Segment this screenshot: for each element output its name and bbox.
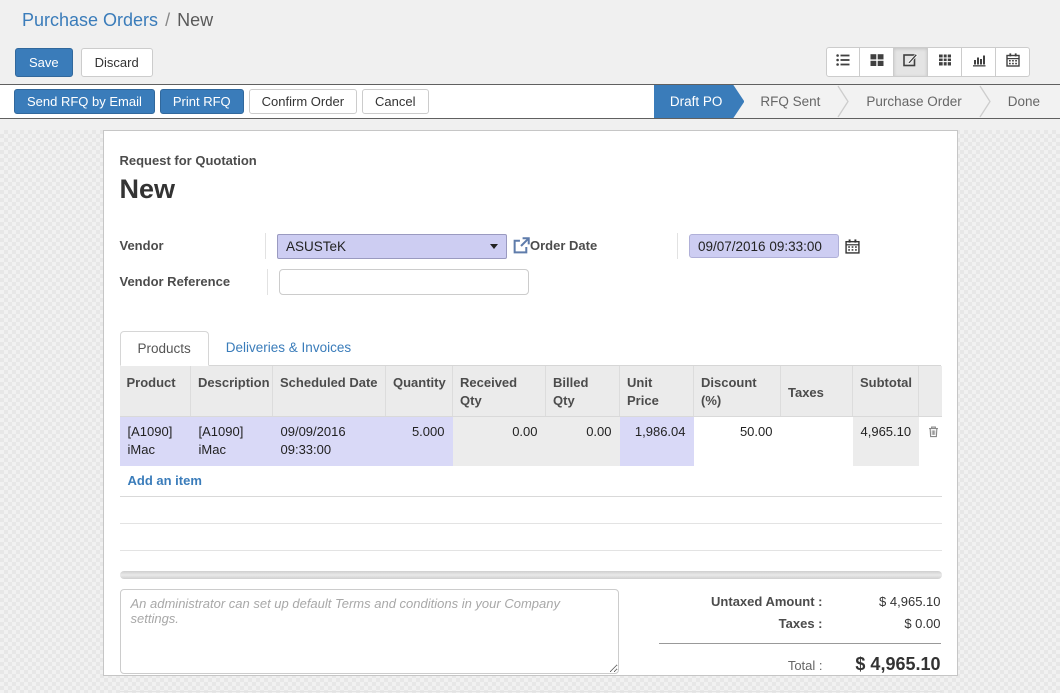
column-header-scheduled-date: Scheduled Date xyxy=(273,366,386,416)
table-gap xyxy=(120,551,942,571)
empty-line[interactable] xyxy=(120,497,942,524)
cell-product[interactable]: [A1090] iMac xyxy=(120,416,191,466)
vendor-label: Vendor xyxy=(120,233,267,259)
tab-deliveries-invoices[interactable]: Deliveries & Invoices xyxy=(209,331,368,365)
pivot-view-button[interactable] xyxy=(928,47,962,77)
cell-description[interactable]: [A1090] iMac xyxy=(191,416,273,466)
terms-and-conditions-textarea[interactable] xyxy=(120,589,619,674)
order-date-input[interactable]: 09/07/2016 09:33:00 xyxy=(689,234,839,258)
vendor-reference-input[interactable] xyxy=(279,269,529,295)
order-date-label: Order Date xyxy=(530,233,678,259)
column-header-actions xyxy=(919,366,942,416)
table-header-row: Product Description Scheduled Date Quant… xyxy=(120,366,942,416)
column-header-taxes: Taxes xyxy=(781,366,853,416)
notebook-tabs: Products Deliveries & Invoices xyxy=(120,331,941,366)
total-value: $ 4,965.10 xyxy=(837,654,941,675)
breadcrumb: Purchase Orders / New xyxy=(0,0,1060,40)
cell-received-qty: 0.00 xyxy=(453,416,546,466)
column-header-description: Description xyxy=(191,366,273,416)
cell-discount[interactable]: 50.00 xyxy=(694,416,781,466)
vendor-select[interactable]: ASUSTeK xyxy=(277,234,507,259)
breadcrumb-separator: / xyxy=(165,10,170,31)
add-an-item-link[interactable]: Add an item xyxy=(120,466,942,497)
breadcrumb-current: New xyxy=(177,10,213,31)
column-header-discount: Discount (%) xyxy=(694,366,781,416)
column-header-unit-price: Unit Price xyxy=(620,366,694,416)
form-sheet: Request for Quotation New Vendor ASUSTeK… xyxy=(103,130,958,676)
untaxed-amount-value: $ 4,965.10 xyxy=(837,594,941,609)
cell-billed-qty: 0.00 xyxy=(546,416,620,466)
empty-line[interactable] xyxy=(120,524,942,551)
field-grid: Vendor ASUSTeK Vendor Reference xyxy=(120,233,941,305)
tab-products[interactable]: Products xyxy=(120,331,209,366)
form-title: New xyxy=(120,174,941,205)
workflow-buttons: Send RFQ by Email Print RFQ Confirm Orde… xyxy=(0,85,434,118)
delete-line-button[interactable] xyxy=(919,416,942,466)
untaxed-amount-label: Untaxed Amount : xyxy=(659,594,837,609)
list-view-button[interactable] xyxy=(826,47,860,77)
page: { "breadcrumb": { "parent": "Purchase Or… xyxy=(0,0,1060,693)
send-rfq-by-email-button[interactable]: Send RFQ by Email xyxy=(14,89,155,114)
stage-rfq-sent[interactable]: RFQ Sent xyxy=(744,85,836,118)
cancel-button[interactable]: Cancel xyxy=(362,89,428,114)
kanban-view-button[interactable] xyxy=(860,47,894,77)
trash-icon xyxy=(927,426,940,441)
cell-subtotal: 4,965.10 xyxy=(853,416,919,466)
confirm-order-button[interactable]: Confirm Order xyxy=(249,89,357,114)
right-field-column: Order Date 09/07/2016 09:33:00 xyxy=(530,233,941,305)
column-header-product: Product xyxy=(120,366,191,416)
edit-form-icon xyxy=(903,52,918,72)
calendar-picker-icon[interactable] xyxy=(845,239,860,254)
pivot-table-icon xyxy=(938,53,952,72)
external-link-icon[interactable] xyxy=(512,237,530,255)
save-button[interactable]: Save xyxy=(15,48,73,77)
view-switcher xyxy=(826,47,1030,77)
status-pipeline: Draft PO RFQ Sent Purchase Order Done xyxy=(654,85,1060,118)
breadcrumb-parent-link[interactable]: Purchase Orders xyxy=(22,10,158,31)
list-icon xyxy=(836,53,850,72)
cell-taxes[interactable] xyxy=(781,416,853,466)
sheet-bottom: Untaxed Amount : $ 4,965.10 Taxes : $ 0.… xyxy=(120,589,941,682)
calendar-icon xyxy=(1006,53,1020,72)
discard-button[interactable]: Discard xyxy=(81,48,153,77)
stage-done[interactable]: Done xyxy=(992,85,1060,118)
kanban-icon xyxy=(870,53,884,72)
dropdown-arrow-icon xyxy=(490,244,498,249)
sheet-divider xyxy=(120,691,942,692)
cell-quantity[interactable]: 5.000 xyxy=(386,416,453,466)
print-rfq-button[interactable]: Print RFQ xyxy=(160,89,244,114)
form-background: Request for Quotation New Vendor ASUSTeK… xyxy=(0,130,1060,693)
control-bar: Save Discard xyxy=(0,40,1060,84)
taxes-value: $ 0.00 xyxy=(837,616,941,631)
order-date-value: 09/07/2016 09:33:00 xyxy=(698,239,822,254)
column-header-received-qty: Received Qty xyxy=(453,366,546,416)
vendor-value: ASUSTeK xyxy=(286,239,346,254)
vendor-reference-label: Vendor Reference xyxy=(120,269,268,295)
chevron-separator-icon xyxy=(836,85,850,118)
stage-purchase-order[interactable]: Purchase Order xyxy=(850,85,977,118)
stage-draft-po[interactable]: Draft PO xyxy=(654,85,745,118)
status-bar: Send RFQ by Email Print RFQ Confirm Orde… xyxy=(0,84,1060,119)
totals-block: Untaxed Amount : $ 4,965.10 Taxes : $ 0.… xyxy=(659,589,941,682)
table-horizontal-scrollbar[interactable] xyxy=(120,571,942,579)
chevron-separator-icon xyxy=(978,85,992,118)
order-lines-table: Product Description Scheduled Date Quant… xyxy=(120,366,942,466)
form-subtitle: Request for Quotation xyxy=(120,153,941,168)
left-field-column: Vendor ASUSTeK Vendor Reference xyxy=(120,233,531,305)
column-header-billed-qty: Billed Qty xyxy=(546,366,620,416)
cell-scheduled-date[interactable]: 09/09/2016 09:33:00 xyxy=(273,416,386,466)
column-header-subtotal: Subtotal xyxy=(853,366,919,416)
calendar-view-button[interactable] xyxy=(996,47,1030,77)
total-label: Total : xyxy=(659,658,837,673)
taxes-label: Taxes : xyxy=(659,616,837,631)
graph-view-button[interactable] xyxy=(962,47,996,77)
cell-unit-price[interactable]: 1,986.04 xyxy=(620,416,694,466)
order-line-row: [A1090] iMac [A1090] iMac 09/09/2016 09:… xyxy=(120,416,942,466)
bar-chart-icon xyxy=(972,53,986,72)
form-view-button[interactable] xyxy=(894,47,928,77)
column-header-quantity: Quantity xyxy=(386,366,453,416)
